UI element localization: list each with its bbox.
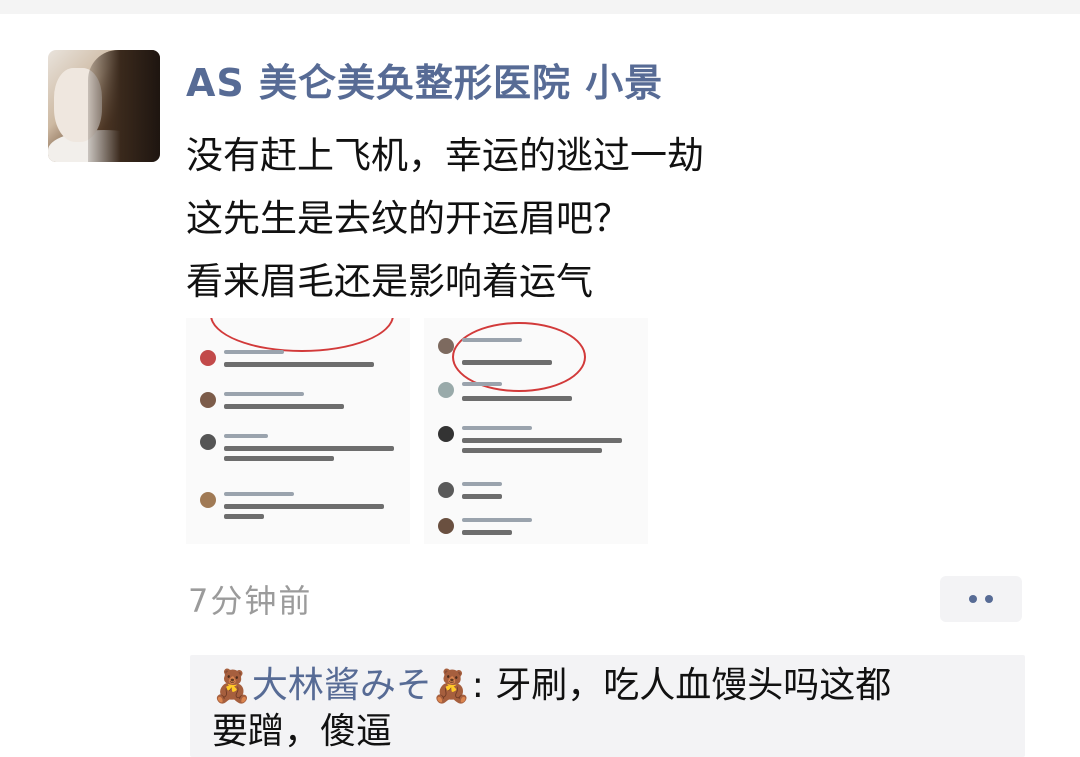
screenshot-comment-row (200, 346, 396, 380)
post-line-3: 看来眉毛还是影响着运气 (186, 260, 593, 303)
post-timestamp: 7分钟前 (188, 582, 313, 620)
post-line-2: 这先生是去纹的开运眉吧？ (186, 197, 630, 240)
post-image-2[interactable] (424, 318, 648, 544)
dot (985, 595, 993, 603)
screenshot-comment-row (200, 430, 396, 464)
screenshot-comment-row (200, 488, 396, 522)
teddy-bear-emoji: 🧸 (431, 667, 472, 705)
teddy-bear-emoji: 🧸 (212, 667, 252, 705)
post-image-1[interactable] (186, 318, 410, 544)
screenshot-comment-row (438, 514, 634, 544)
comment-separator: : (471, 665, 496, 706)
screenshot-comment-row (438, 334, 634, 368)
screenshot-comment-row (200, 388, 396, 422)
screenshot-comment-row (438, 378, 634, 412)
comment-text-line-2: 要蹭，傻逼 (212, 711, 393, 752)
screenshot-comment-row (438, 422, 634, 456)
avatar[interactable] (48, 50, 160, 162)
commenter-nickname: 大林酱みそ (251, 665, 432, 706)
commenter-name[interactable]: 🧸大林酱みそ🧸 (212, 665, 472, 706)
post-line-1: 没有赶上飞机，幸运的逃过一劫 (186, 134, 704, 177)
top-bar (0, 0, 1080, 14)
comment-item[interactable]: 🧸大林酱みそ🧸: 牙刷，吃人血馒头吗这都 要蹭，傻逼 (212, 663, 1012, 755)
screenshot-comment-row (438, 478, 634, 512)
dot (969, 595, 977, 603)
comment-list: 🧸大林酱みそ🧸: 牙刷，吃人血馒头吗这都 要蹭，傻逼 (190, 655, 1025, 757)
post-author-name[interactable]: AS 美仑美奂整形医院 小景 (186, 52, 663, 107)
more-dots-icon[interactable] (940, 576, 1022, 622)
post-text: 没有赶上飞机，幸运的逃过一劫 这先生是去纹的开运眉吧？ 看来眉毛还是影响着运气 (186, 124, 704, 313)
avatar-hair (88, 50, 160, 162)
comment-text-line-1: 牙刷，吃人血馒头吗这都 (495, 665, 892, 706)
